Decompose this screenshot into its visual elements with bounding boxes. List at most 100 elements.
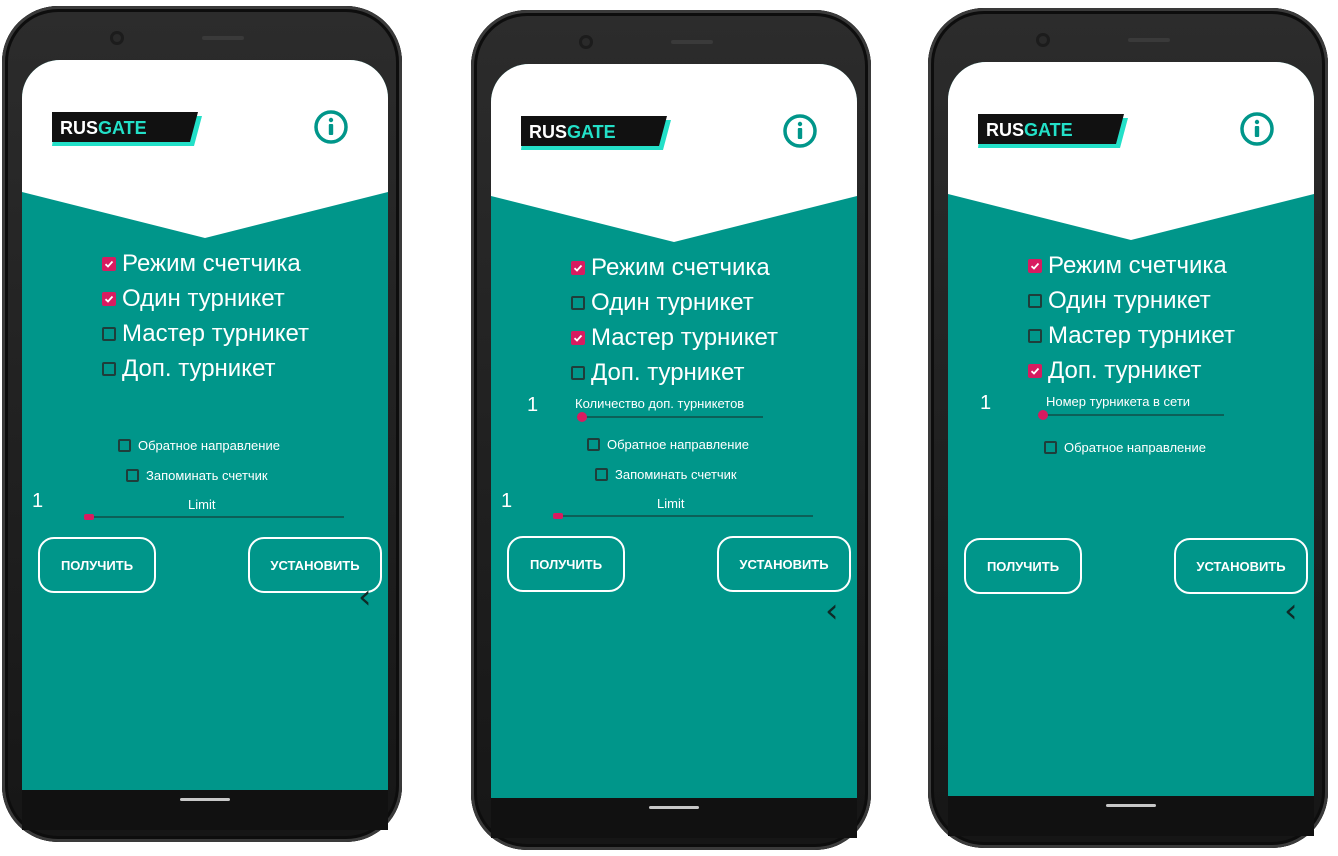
logo-text-rus: RUS [529,122,567,142]
phone-3: RUSGATE Режим счетчика Один турникет Мас… [928,8,1328,848]
mode-single-row[interactable]: Один турникет [1028,283,1235,318]
mode-label: Мастер турникет [1048,321,1236,349]
checkbox-unchecked[interactable] [587,438,600,451]
limit-slider[interactable] [84,514,344,520]
extra-count-label: Количество доп. турникетов [575,396,745,411]
limit-label: Limit [657,496,685,511]
rusgate-logo: RUSGATE [521,116,671,150]
speaker [671,40,713,44]
mode-list: Режим счетчика Один турникет Мастер турн… [1028,248,1235,388]
mode-counter-row[interactable]: Режим счетчика [102,246,309,281]
mode-counter-row[interactable]: Режим счетчика [571,250,778,285]
check-icon [573,263,583,273]
rusgate-logo: RUSGATE [52,112,202,146]
remember-counter-option[interactable]: Запоминать счетчик [126,468,268,483]
mode-label: Доп. турникет [591,358,745,386]
mode-single-row[interactable]: Один турникет [102,281,309,316]
system-navbar [948,796,1314,836]
extra-count-slider[interactable] [577,412,763,422]
checkbox-checked[interactable] [1028,258,1042,273]
phone-1: RUSGATE Режим счетчика Один турникет Мас… [2,6,402,842]
system-navbar [22,790,388,830]
checkbox-checked[interactable] [571,330,585,345]
logo-text-gate: GATE [567,122,616,142]
limit-slider[interactable] [553,513,813,519]
screen: RUSGATE Режим счетчика Один турникет Мас… [491,64,857,798]
checkbox-unchecked[interactable] [102,326,116,341]
mode-label: Режим счетчика [122,249,301,277]
mode-extra-row[interactable]: Доп. турникет [1028,353,1235,388]
get-button[interactable]: ПОЛУЧИТЬ [38,537,156,593]
svg-text:RUSGATE: RUSGATE [60,118,147,138]
set-button[interactable]: УСТАНОВИТЬ [1174,538,1308,594]
check-icon [573,333,583,343]
logo-text-rus: RUS [60,118,98,138]
mode-extra-row[interactable]: Доп. турникет [102,351,309,386]
slider-thumb[interactable] [553,513,563,519]
camera [579,35,593,49]
mode-master-row[interactable]: Мастер турникет [102,316,309,351]
check-icon [104,294,114,304]
speaker [1128,38,1170,42]
mode-label: Режим счетчика [1048,251,1227,279]
logo-text-gate: GATE [1024,120,1073,140]
svg-text:RUSGATE: RUSGATE [529,122,616,142]
logo-text-gate: GATE [98,118,147,138]
network-number-slider[interactable] [1038,410,1224,420]
mode-label: Режим счетчика [591,253,770,281]
home-indicator[interactable] [649,806,699,809]
mode-label: Доп. турникет [1048,356,1202,384]
chevron-left-icon[interactable]: ‹ [825,594,839,628]
checkbox-unchecked[interactable] [1028,293,1042,308]
slider-thumb[interactable] [84,514,94,520]
checkbox-checked[interactable] [571,260,585,275]
checkbox-checked[interactable] [102,291,116,306]
limit-value: 1 [501,490,513,512]
checkbox-unchecked[interactable] [118,439,131,452]
mode-single-row[interactable]: Один турникет [571,285,778,320]
mode-extra-row[interactable]: Доп. турникет [571,355,778,390]
checkbox-unchecked[interactable] [595,468,608,481]
mode-label: Мастер турникет [591,323,779,351]
slider-thumb[interactable] [577,412,587,422]
info-icon[interactable] [783,114,817,148]
mode-label: Один турникет [591,288,754,316]
get-button[interactable]: ПОЛУЧИТЬ [507,536,625,592]
extra-count-value: 1 [527,394,539,416]
checkbox-unchecked[interactable] [1028,328,1042,343]
option-label: Обратное направление [1064,440,1206,455]
home-indicator[interactable] [1106,804,1156,807]
info-icon[interactable] [1240,112,1274,146]
checkbox-unchecked[interactable] [102,361,116,376]
checkbox-checked[interactable] [102,256,116,271]
system-navbar [491,798,857,838]
rusgate-logo: RUSGATE [978,114,1128,148]
chevron-left-icon[interactable]: ‹ [358,580,372,614]
reverse-direction-option[interactable]: Обратное направление [118,438,280,453]
home-indicator[interactable] [180,798,230,801]
reverse-direction-option[interactable]: Обратное направление [587,437,749,452]
slider-thumb[interactable] [1038,410,1048,420]
mode-master-row[interactable]: Мастер турникет [1028,318,1235,353]
mode-master-row[interactable]: Мастер турникет [571,320,778,355]
remember-counter-option[interactable]: Запоминать счетчик [595,467,737,482]
checkbox-checked[interactable] [1028,363,1042,378]
checkbox-unchecked[interactable] [1044,441,1057,454]
option-label: Обратное направление [138,438,280,453]
info-icon[interactable] [314,110,348,144]
checkbox-unchecked[interactable] [126,469,139,482]
reverse-direction-option[interactable]: Обратное направление [1044,440,1206,455]
screen: RUSGATE Режим счетчика Один турникет Мас… [22,60,388,790]
limit-value: 1 [32,490,44,512]
camera [110,31,124,45]
checkbox-unchecked[interactable] [571,295,585,310]
mode-label: Мастер турникет [122,319,310,347]
camera [1036,33,1050,47]
mode-counter-row[interactable]: Режим счетчика [1028,248,1235,283]
checkbox-unchecked[interactable] [571,365,585,380]
chevron-left-icon[interactable]: ‹ [1284,594,1298,628]
network-number-label: Номер турникета в сети [1046,394,1191,409]
check-icon [1030,261,1040,271]
set-button[interactable]: УСТАНОВИТЬ [717,536,851,592]
get-button[interactable]: ПОЛУЧИТЬ [964,538,1082,594]
